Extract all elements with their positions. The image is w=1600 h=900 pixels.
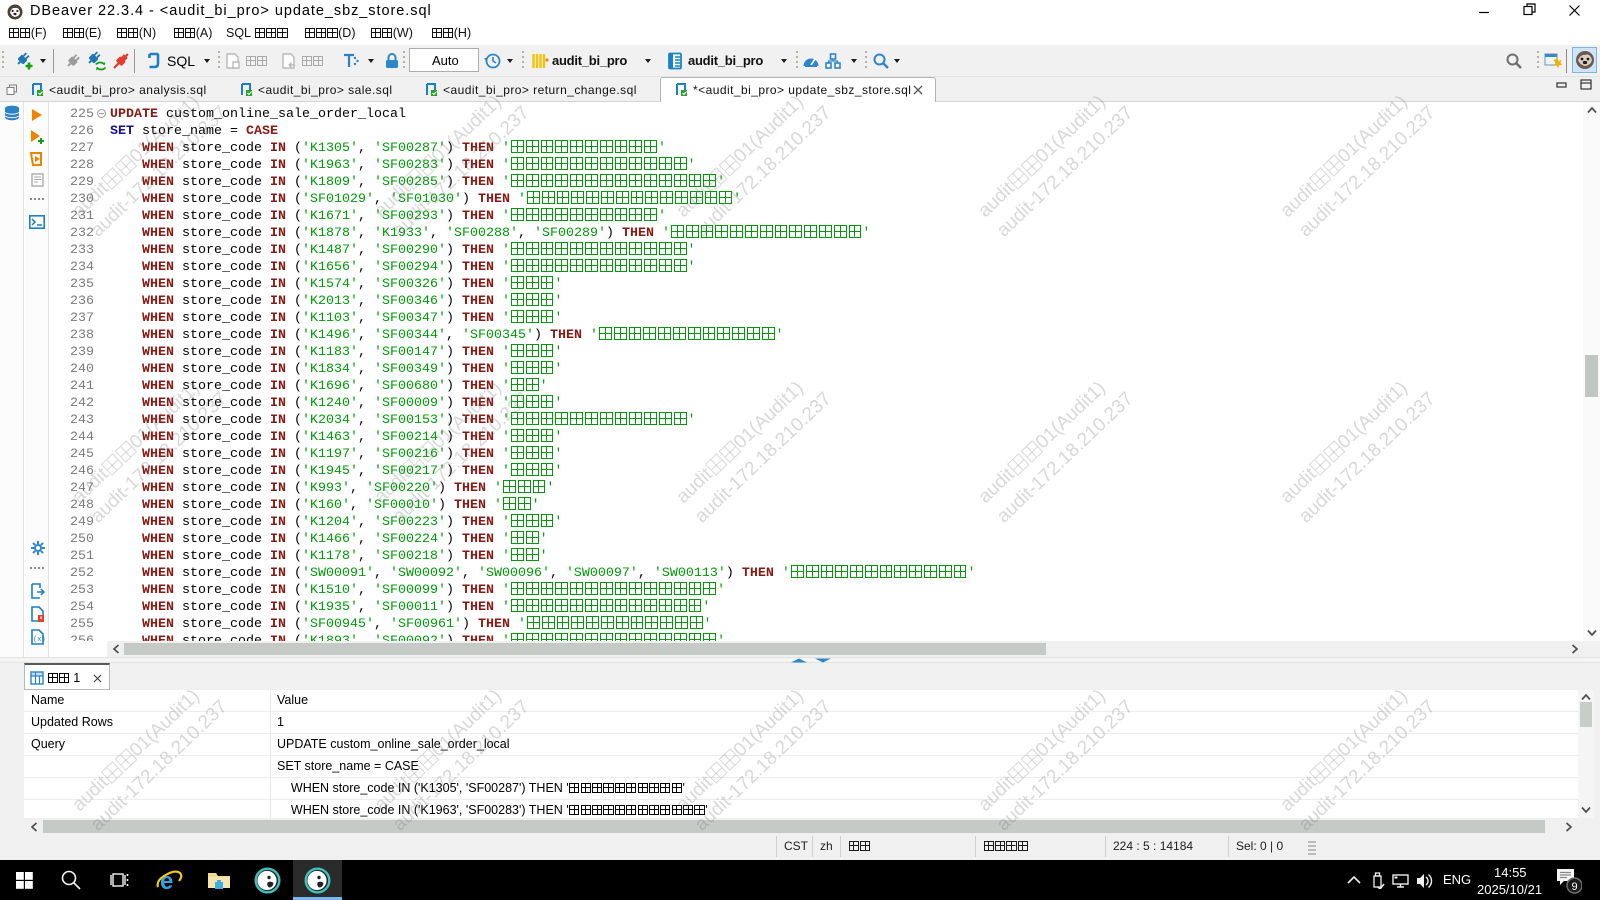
svg-text:(x): (x) xyxy=(33,636,45,644)
svg-text:9: 9 xyxy=(1572,881,1578,893)
